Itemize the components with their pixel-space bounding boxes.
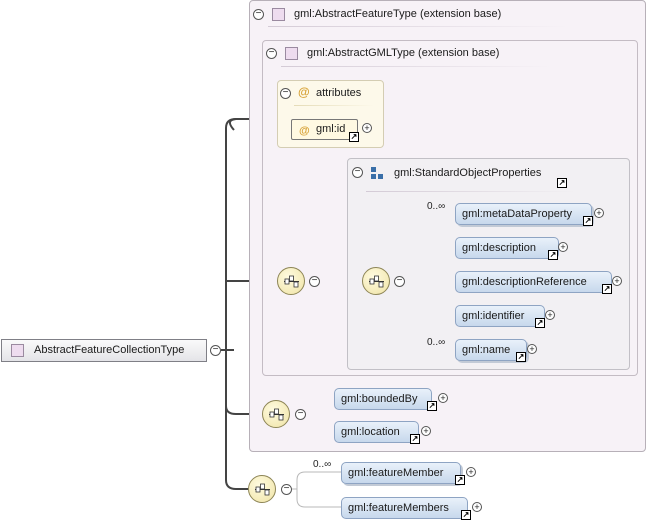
- sequence-icon: [284, 275, 299, 288]
- element-label: gml:featureMembers: [348, 502, 449, 514]
- element-label: gml:name: [462, 344, 511, 356]
- reference-arrow-icon: ↗: [583, 216, 593, 226]
- feature-group-divider: [268, 26, 568, 27]
- group-reference-icon: [371, 167, 383, 179]
- sop-group-divider: [366, 191, 576, 192]
- element-featuremembers[interactable]: gml:featureMembers: [341, 497, 468, 519]
- reference-arrow-icon: ↗: [410, 434, 420, 444]
- sequence-compositor-bounding[interactable]: [262, 400, 290, 428]
- expand-metadataproperty-button[interactable]: +: [594, 208, 604, 218]
- complex-type-icon: [285, 47, 298, 60]
- reference-arrow-icon: ↗: [557, 178, 567, 188]
- collapse-feature-group-button[interactable]: −: [253, 9, 264, 20]
- attribute-gml-id[interactable]: @ gml:id: [291, 119, 358, 140]
- expand-description-button[interactable]: +: [558, 242, 568, 252]
- element-identifier[interactable]: gml:identifier: [455, 305, 545, 327]
- cardinality-label: 0..∞: [427, 337, 446, 348]
- sequence-compositor-main[interactable]: [277, 267, 305, 295]
- collapse-bounding-sequence-button[interactable]: −: [295, 409, 306, 420]
- sequence-icon: [369, 275, 384, 288]
- expand-identifier-button[interactable]: +: [545, 310, 555, 320]
- cardinality-label: 0..∞: [427, 201, 446, 212]
- element-boundedby[interactable]: gml:boundedBy: [334, 388, 432, 410]
- expand-descriptionreference-button[interactable]: +: [612, 276, 622, 286]
- expand-name-button[interactable]: +: [527, 344, 537, 354]
- gml-group-divider: [281, 66, 551, 67]
- element-description[interactable]: gml:description: [455, 237, 559, 259]
- sop-group-title: gml:StandardObjectProperties: [394, 167, 542, 179]
- element-location[interactable]: gml:location: [334, 421, 419, 443]
- expand-featuremember-button[interactable]: +: [466, 467, 476, 477]
- root-type-label: AbstractFeatureCollectionType: [34, 344, 185, 356]
- element-label: gml:featureMember: [348, 467, 444, 479]
- element-label: gml:identifier: [462, 310, 525, 322]
- reference-arrow-icon: ↗: [516, 352, 526, 362]
- attributes-title: attributes: [316, 87, 362, 99]
- sequence-icon: [255, 483, 270, 496]
- reference-arrow-icon: ↗: [349, 132, 359, 142]
- expand-location-button[interactable]: +: [421, 426, 431, 436]
- reference-arrow-icon: ↗: [535, 318, 545, 328]
- element-label: gml:metaDataProperty: [462, 208, 573, 220]
- root-complex-type[interactable]: AbstractFeatureCollectionType: [1, 339, 207, 362]
- complex-type-icon: [11, 344, 24, 357]
- attributes-divider: [294, 105, 374, 106]
- reference-arrow-icon: ↗: [455, 475, 465, 485]
- gml-group-title: gml:AbstractGMLType (extension base): [307, 47, 500, 59]
- collapse-sop-sequence-button[interactable]: −: [394, 276, 405, 287]
- element-label: gml:descriptionReference: [462, 276, 587, 288]
- collapse-main-sequence-button[interactable]: −: [309, 276, 320, 287]
- cardinality-label: 0..∞: [313, 459, 332, 470]
- collapse-attributes-button[interactable]: −: [280, 88, 291, 99]
- reference-arrow-icon: ↗: [461, 510, 471, 520]
- sequence-compositor-sop[interactable]: [362, 267, 390, 295]
- collapse-sop-group-button[interactable]: −: [352, 167, 363, 178]
- reference-arrow-icon: ↗: [548, 250, 558, 260]
- element-metadataproperty[interactable]: gml:metaDataProperty: [455, 203, 592, 225]
- sequence-icon: [269, 408, 284, 421]
- element-label: gml:boundedBy: [341, 393, 418, 405]
- reference-arrow-icon: ↗: [427, 401, 437, 411]
- attribute-icon: @: [299, 125, 310, 137]
- expand-boundedby-button[interactable]: +: [438, 393, 448, 403]
- collapse-root-button[interactable]: −: [210, 345, 221, 356]
- feature-group-title: gml:AbstractFeatureType (extension base): [294, 8, 502, 20]
- attribute-icon: @: [298, 85, 310, 99]
- element-descriptionreference[interactable]: gml:descriptionReference: [455, 271, 612, 293]
- expand-gml-id-button[interactable]: +: [362, 123, 372, 133]
- element-label: gml:location: [341, 426, 400, 438]
- element-featuremember[interactable]: gml:featureMember: [341, 462, 461, 484]
- element-label: gml:description: [462, 242, 536, 254]
- expand-featuremembers-button[interactable]: +: [472, 502, 482, 512]
- collapse-gml-group-button[interactable]: −: [266, 48, 277, 59]
- sequence-compositor-members[interactable]: [248, 475, 276, 503]
- complex-type-icon: [272, 8, 285, 21]
- attribute-gml-id-label: gml:id: [316, 123, 346, 135]
- reference-arrow-icon: ↗: [602, 284, 612, 294]
- collapse-members-sequence-button[interactable]: −: [281, 484, 292, 495]
